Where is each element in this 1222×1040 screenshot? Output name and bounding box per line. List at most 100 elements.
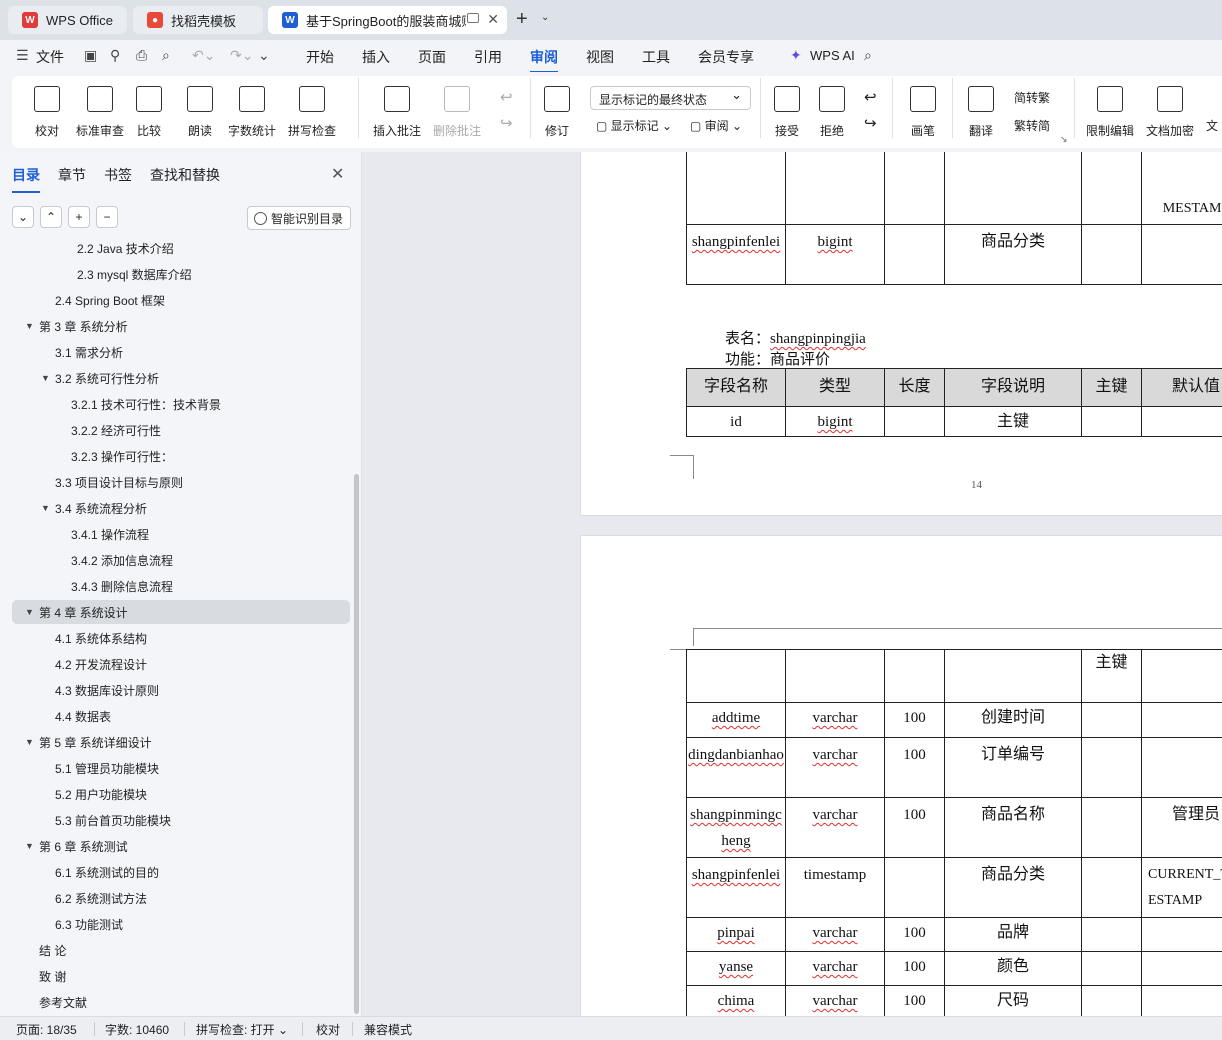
toc-item[interactable]: 2.4 Spring Boot 框架 <box>12 288 350 312</box>
next-comment-icon[interactable]: ↪ <box>500 114 513 132</box>
toc-item[interactable]: ▼ 3.4 系统流程分析 <box>12 496 350 520</box>
undo-icon[interactable]: ↶⌄ <box>192 47 215 64</box>
expand-toggle-icon[interactable]: ▼ <box>41 373 50 383</box>
next-change-icon[interactable]: ↪ <box>864 114 877 132</box>
expand-level-icon[interactable]: ⌃ <box>40 206 62 228</box>
expand-toggle-icon[interactable]: ▼ <box>25 841 34 851</box>
menu-review[interactable]: 审阅 <box>530 47 558 73</box>
markup-state-select[interactable]: 显示标记的最终状态 <box>590 86 751 110</box>
collapse-level-icon[interactable]: ⌄ <box>12 206 34 228</box>
page-indicator[interactable]: 页面: 18/35 <box>16 1021 77 1038</box>
toc-item[interactable]: 2.2 Java 技术介绍 <box>12 238 350 260</box>
insert-comment-button[interactable]: 插入批注 <box>373 86 421 139</box>
search-icon[interactable]: ⌕ <box>864 47 872 64</box>
toc-item[interactable]: ▼ 第 4 章 系统设计 <box>12 600 350 624</box>
trad-to-simp-button[interactable]: 繁转简 <box>1014 117 1050 134</box>
proofread-indicator[interactable]: 校对 <box>316 1021 340 1038</box>
new-tab-dropdown-icon[interactable]: ⌄ <box>541 12 549 23</box>
panel-tab-sections[interactable]: 章节 <box>58 165 86 185</box>
toc-item[interactable]: 3.3 项目设计目标与原则 <box>12 470 350 494</box>
toc-item[interactable]: 3.4.2 添加信息流程 <box>12 548 350 572</box>
toc-item[interactable]: 6.1 系统测试的目的 <box>12 860 350 884</box>
toc-item[interactable]: 3.4.1 操作流程 <box>12 522 350 546</box>
toc-item[interactable]: 5.1 管理员功能模块 <box>12 756 350 780</box>
toc-item[interactable]: 结 论 <box>12 938 350 962</box>
panel-tab-bookmarks[interactable]: 书签 <box>104 165 132 185</box>
toc-item[interactable]: 参考文献 <box>12 990 350 1014</box>
reject-button[interactable]: 拒绝 <box>819 86 845 139</box>
toc-item[interactable]: ▼ 3.2 系统可行性分析 <box>12 366 350 390</box>
remove-heading-icon[interactable]: − <box>96 206 118 228</box>
toc-item[interactable]: 4.2 开发流程设计 <box>12 652 350 676</box>
toc-item[interactable]: 6.3 功能测试 <box>12 912 350 936</box>
toc-scrollbar[interactable] <box>354 474 359 1014</box>
tab-current-document[interactable]: W 基于SpringBoot的服装商城购物 ✕ <box>268 6 507 34</box>
menu-insert[interactable]: 插入 <box>362 47 390 67</box>
toc-item[interactable]: 4.3 数据库设计原则 <box>12 678 350 702</box>
expand-toggle-icon[interactable]: ▼ <box>25 607 34 617</box>
encrypt-document-button[interactable]: 文档加密 <box>1146 86 1194 139</box>
expand-toggle-icon[interactable]: ▼ <box>25 737 34 747</box>
toc-item[interactable]: ▼ 第 5 章 系统详细设计 <box>12 730 350 754</box>
toc-item[interactable]: 3.2.2 经济可行性 <box>12 418 350 442</box>
prev-comment-icon[interactable]: ↩ <box>500 88 513 106</box>
menu-home[interactable]: 开始 <box>306 47 334 67</box>
spell-check-button[interactable]: 拼写检查 <box>288 86 336 139</box>
word-count-button[interactable]: 字数统计 <box>228 86 276 139</box>
new-tab-plus-icon[interactable]: + <box>516 8 528 31</box>
toc-item[interactable]: 3.1 需求分析 <box>12 340 350 364</box>
show-markup-button[interactable]: ▢ 显示标记 ⌄ <box>596 117 672 134</box>
menu-wps-ai[interactable]: WPS AI <box>810 48 855 63</box>
save-icon[interactable]: ▣ <box>84 47 97 64</box>
panel-tab-find-replace[interactable]: 查找和替换 <box>150 165 220 185</box>
proofread-button[interactable]: 校对 <box>34 86 60 139</box>
menu-references[interactable]: 引用 <box>474 47 502 67</box>
prev-change-icon[interactable]: ↩ <box>864 88 877 106</box>
menu-membership[interactable]: 会员专享 <box>698 47 754 67</box>
word-count-indicator[interactable]: 字数: 10460 <box>105 1021 169 1038</box>
print-icon[interactable]: ⎙ <box>136 47 147 64</box>
toc-item[interactable]: 5.2 用户功能模块 <box>12 782 350 806</box>
standard-review-button[interactable]: 标准审查 <box>76 86 124 139</box>
menu-file[interactable]: 文件 <box>36 47 64 67</box>
smart-toc-button[interactable]: 智能识别目录 <box>247 206 351 230</box>
close-panel-icon[interactable]: ✕ <box>331 164 344 184</box>
pen-button[interactable]: 画笔 <box>910 86 936 139</box>
toc-item[interactable]: 3.2.1 技术可行性：技术背景 <box>12 392 350 416</box>
translate-button[interactable]: 翻译 <box>968 86 994 139</box>
delete-comment-button[interactable]: 删除批注 <box>433 86 481 139</box>
accept-button[interactable]: 接受 <box>774 86 800 139</box>
panel-tab-toc[interactable]: 目录 <box>12 165 40 193</box>
add-heading-icon[interactable]: + <box>68 206 90 228</box>
menu-tools[interactable]: 工具 <box>642 47 670 67</box>
toc-item[interactable]: 4.4 数据表 <box>12 704 350 728</box>
toc-item[interactable]: 5.3 前台首页功能模块 <box>12 808 350 832</box>
tab-close-icon[interactable]: ✕ <box>487 11 499 28</box>
menu-page[interactable]: 页面 <box>418 47 446 67</box>
redo-icon[interactable]: ↷⌄ <box>230 47 253 64</box>
tab-preview-icon[interactable] <box>467 13 479 23</box>
toc-item[interactable]: 2.3 mysql 数据库介绍 <box>12 262 350 286</box>
toc-item[interactable]: ▼ 第 6 章 系统测试 <box>12 834 350 858</box>
expand-toggle-icon[interactable]: ▼ <box>41 503 50 513</box>
hamburger-menu-icon[interactable]: ☰ <box>16 47 29 64</box>
group-expand-icon[interactable]: ↘ <box>1060 134 1068 145</box>
toc-item[interactable]: 3.4.3 删除信息流程 <box>12 574 350 598</box>
tab-docer-templates[interactable]: ● 找稻壳模板 <box>133 6 263 34</box>
restrict-editing-button[interactable]: 限制编辑 <box>1086 86 1134 139</box>
spell-check-indicator[interactable]: 拼写检查: 打开 ⌄ <box>196 1021 288 1038</box>
toc-item[interactable]: 6.2 系统测试方法 <box>12 886 350 910</box>
compare-button[interactable]: 比较 <box>136 86 162 139</box>
review-pane-button[interactable]: ▢ 审阅 ⌄ <box>690 117 742 134</box>
menu-view[interactable]: 视图 <box>586 47 614 67</box>
wps-ai-icon[interactable]: ✦ <box>790 47 802 64</box>
share-icon[interactable]: ⚲ <box>110 47 120 64</box>
read-aloud-button[interactable]: 朗读 <box>187 86 213 139</box>
track-changes-button[interactable]: 修订 <box>544 86 570 139</box>
expand-toggle-icon[interactable]: ▼ <box>25 321 34 331</box>
toc-item[interactable]: 3.2.3 操作可行性： <box>12 444 350 468</box>
quick-access-more-icon[interactable]: ⌄ <box>258 47 270 64</box>
tab-wps-office[interactable]: W WPS Office <box>8 6 127 34</box>
print-preview-icon[interactable]: ⌕ <box>162 47 170 64</box>
more-ribbon-item[interactable]: 文 <box>1206 117 1218 134</box>
